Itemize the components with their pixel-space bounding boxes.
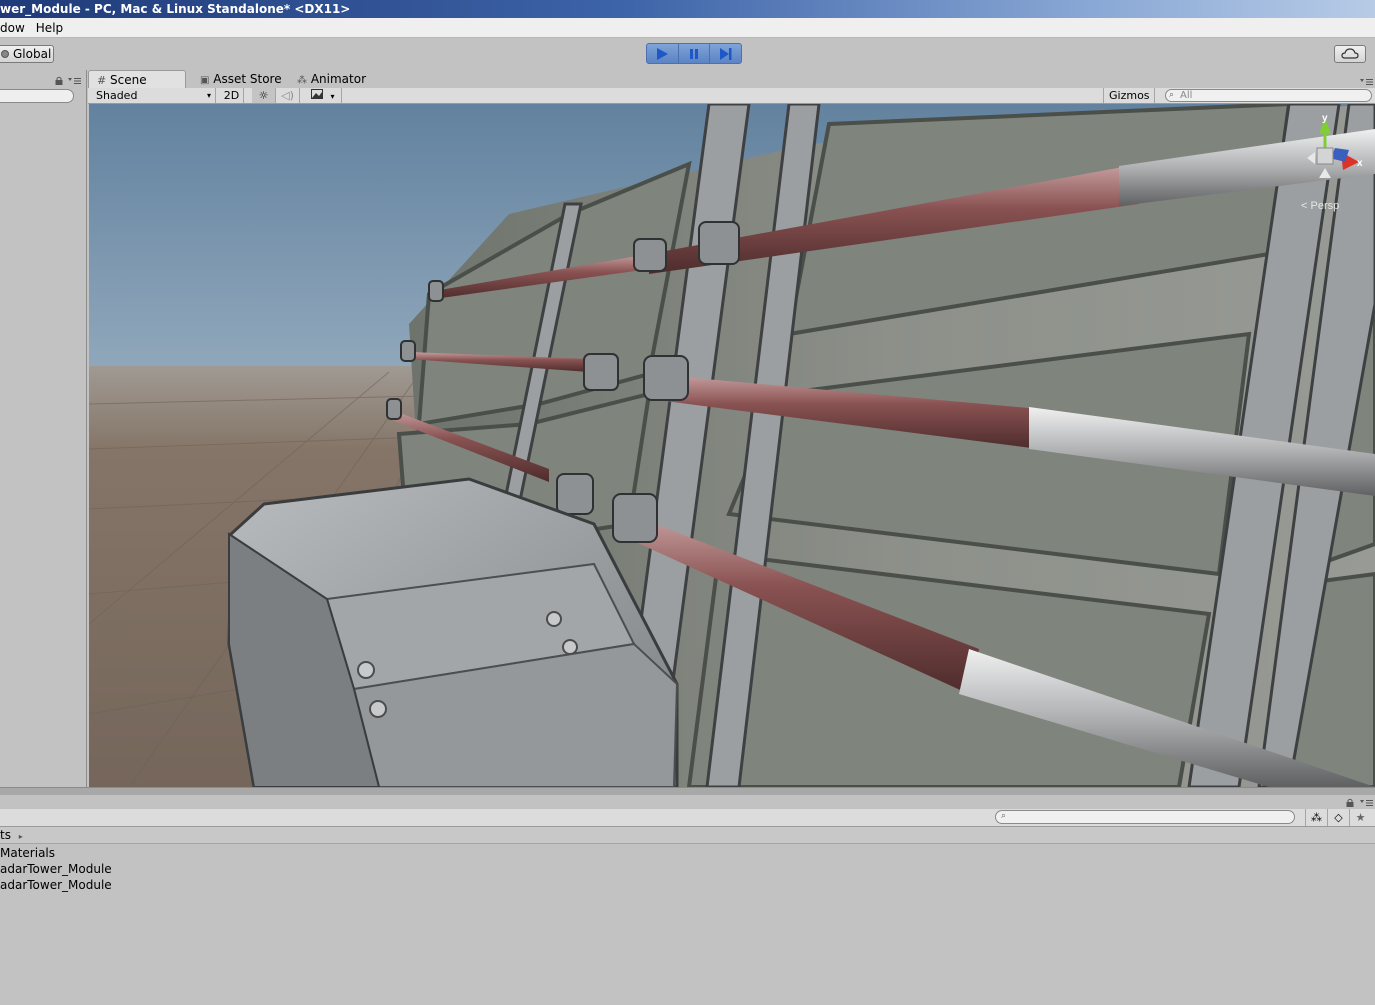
menu-help[interactable]: Help (30, 18, 68, 38)
pivot-rotation-toggle[interactable]: Global (0, 45, 54, 63)
grid-icon: # (97, 74, 107, 87)
star-icon: ★ (1355, 811, 1366, 824)
window-title: wer_Module - PC, Mac & Linux Standalone*… (0, 2, 351, 16)
shading-mode-label: Shaded (96, 89, 138, 102)
chevron-right-icon: ▸ (18, 832, 23, 841)
tab-asset-store-label: Asset Store (213, 72, 282, 86)
persp-label: < Persp (1301, 200, 1339, 212)
project-panel-header (0, 795, 1375, 809)
search-icon: ⌕ (1001, 811, 1007, 821)
speaker-icon: ◁) (281, 89, 294, 102)
pause-button[interactable] (679, 44, 711, 63)
project-asset-list: Materials adarTower_Module adarTower_Mod… (0, 845, 1375, 1005)
scene-tabs: # Scene ▣ Asset Store ⁂ Animator (88, 70, 1375, 88)
global-label: Global (13, 47, 52, 61)
hierarchy-header (0, 70, 86, 88)
pause-icon (690, 48, 698, 59)
audio-toggle[interactable]: ◁) (276, 88, 300, 103)
axis-x-label: x (1357, 158, 1363, 169)
tab-animator-label: Animator (310, 72, 366, 86)
scene-render: y x < Persp (89, 104, 1375, 787)
type-filter-icon: ⁂ (1311, 811, 1322, 824)
breadcrumb: ts ▸ (0, 827, 1375, 844)
tag-icon: ◇ (1334, 811, 1343, 824)
filter-by-label-button[interactable]: ◇ (1327, 809, 1349, 826)
hierarchy-panel (0, 70, 87, 787)
cloud-icon (1341, 48, 1359, 59)
list-item-label: adarTower_Module (0, 862, 112, 876)
project-search-input[interactable]: ⌕ (995, 810, 1295, 824)
scene-search-placeholder: All (1180, 90, 1193, 101)
list-item-label: Materials (0, 846, 56, 860)
scene-search-input[interactable]: ⌕ All (1165, 89, 1372, 102)
toggle-2d-label: 2D (223, 89, 240, 102)
window-title-bar: wer_Module - PC, Mac & Linux Standalone*… (0, 0, 1375, 18)
lighting-toggle[interactable]: ☼ (252, 88, 276, 103)
step-icon (719, 47, 732, 60)
project-toolbar: ⌕ ⁂ ◇ ★ (0, 809, 1375, 827)
dropdown-arrow-icon: ▾ (330, 92, 335, 101)
shading-mode-dropdown[interactable]: Shaded ▾ (88, 88, 216, 103)
search-icon: ⌕ (1169, 90, 1175, 100)
scene-viewport[interactable]: y x < Persp (89, 104, 1375, 787)
toggle-2d-button[interactable]: 2D (220, 88, 244, 103)
breadcrumb-item[interactable]: ts (0, 828, 11, 842)
dropdown-arrow-icon: ▾ (206, 91, 211, 100)
tab-scene[interactable]: # Scene (88, 70, 186, 88)
menu-bar: dow Help (0, 18, 1375, 38)
step-button[interactable] (710, 44, 741, 63)
favorites-button[interactable]: ★ (1349, 809, 1371, 826)
tab-animator[interactable]: ⁂ Animator (289, 70, 366, 88)
cloud-services-button[interactable] (1334, 45, 1366, 63)
list-item-label: adarTower_Module (0, 878, 112, 892)
lock-icon[interactable] (1346, 798, 1354, 807)
animator-icon: ⁂ (297, 75, 307, 86)
gizmos-label: Gizmos (1109, 89, 1150, 102)
panel-splitter[interactable] (0, 787, 1375, 795)
list-item[interactable]: adarTower_Module (0, 861, 1375, 877)
panel-menu-icon[interactable] (68, 77, 82, 85)
store-icon: ▣ (200, 75, 210, 86)
axis-y-label: y (1322, 113, 1328, 124)
main-toolbar: Global (0, 38, 1375, 70)
list-item[interactable]: adarTower_Module (0, 877, 1375, 893)
effects-dropdown[interactable]: ▾ (306, 88, 342, 103)
tab-asset-store[interactable]: ▣ Asset Store (192, 70, 282, 88)
gizmos-dropdown[interactable]: Gizmos ▾ (1103, 88, 1155, 116)
tab-scene-label: Scene (110, 73, 147, 87)
lock-icon[interactable] (55, 76, 63, 85)
panel-menu-icon[interactable] (1360, 799, 1374, 807)
scene-toolbar: Shaded ▾ 2D ☼ ◁) ▾ Gizmos ▾ ⌕ All (88, 88, 1375, 116)
playback-controls (646, 43, 742, 64)
global-icon (1, 50, 9, 58)
menu-window[interactable]: dow (0, 18, 30, 38)
play-icon (657, 47, 669, 60)
hierarchy-search-input[interactable] (0, 89, 74, 103)
filter-by-type-button[interactable]: ⁂ (1305, 809, 1327, 826)
image-icon (311, 89, 323, 99)
panel-menu-icon[interactable] (1360, 78, 1374, 86)
play-button[interactable] (647, 44, 679, 63)
list-item[interactable]: Materials (0, 845, 1375, 861)
sun-icon: ☼ (258, 89, 269, 102)
